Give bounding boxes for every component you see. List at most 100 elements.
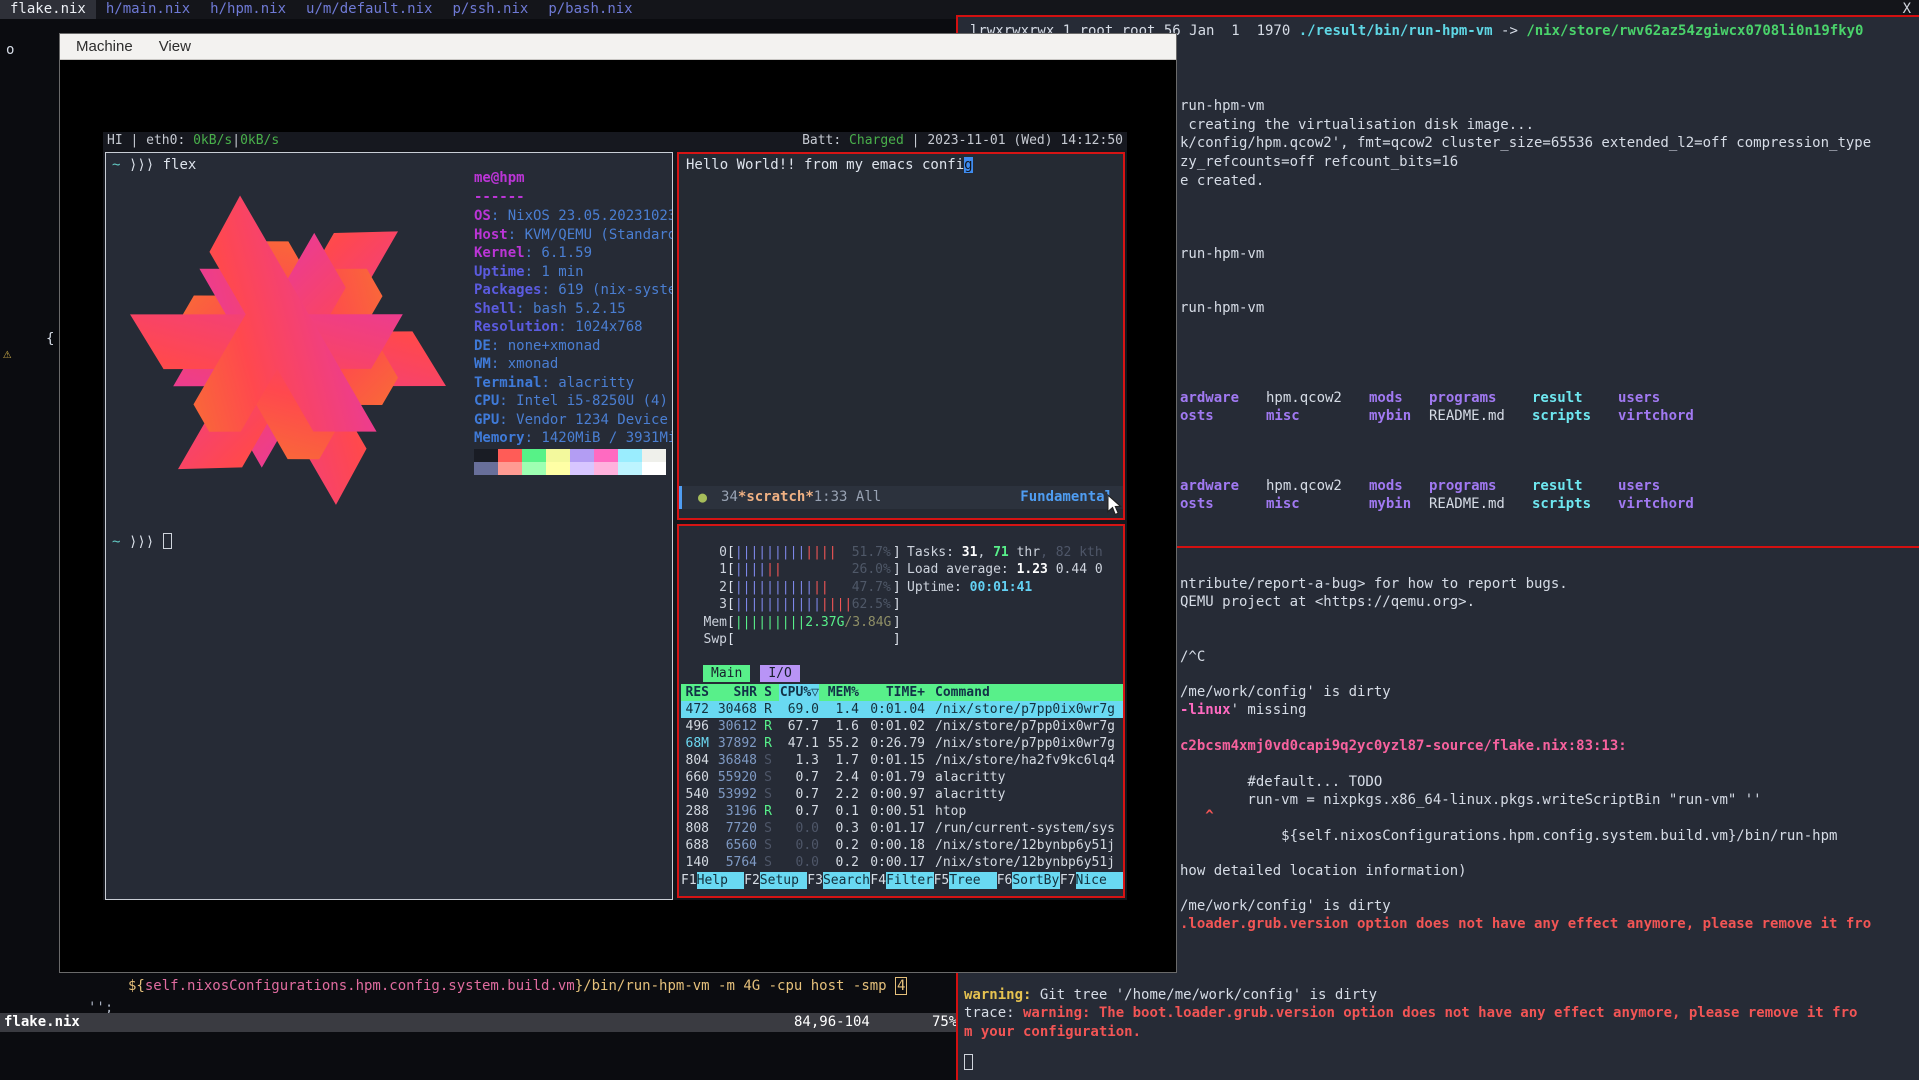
terminal-line: .loader.grub.version option does not hav… bbox=[1180, 915, 1871, 933]
neofetch-entry: Shell: bash 5.2.15 bbox=[474, 300, 626, 319]
guest-status-bar: HI | eth0: 0kB/s|0kB/s Batt: Charged | 2… bbox=[103, 132, 1127, 150]
terminal-line: /^C bbox=[1180, 648, 1205, 666]
vim-code-line: ${self.nixosConfigurations.hpm.config.sy… bbox=[128, 977, 907, 995]
process-row[interactable]: 80436848S1.31.70:01.15/nix/store/ha2fv9k… bbox=[681, 752, 1123, 769]
emacs-position: 1:33 All bbox=[814, 486, 881, 509]
fkey[interactable]: F5 bbox=[934, 872, 950, 889]
htop-tab-main[interactable]: Main bbox=[703, 665, 750, 682]
qemu-menubar: Machine View bbox=[60, 34, 1176, 60]
vim-tab-bash[interactable]: p/bash.nix bbox=[538, 0, 642, 19]
desktop: HI | enp1s0: 0kB/s|0kB/s Batt: Charged |… bbox=[0, 0, 1919, 1080]
fkey-label-setup[interactable]: Setup bbox=[760, 872, 807, 889]
terminal-line: #default... TODO bbox=[1180, 773, 1382, 791]
terminal-line: run-hpm-vm bbox=[1180, 245, 1264, 263]
fkey[interactable]: F6 bbox=[997, 872, 1013, 889]
emacs-buffer-name: *scratch* bbox=[738, 486, 814, 509]
cpu-meter-3: 3[|||||||||||||||62.5%] bbox=[701, 596, 901, 613]
neofetch-entry: Host: KVM/QEMU (Standard bbox=[474, 226, 673, 245]
terminal-line: /me/work/config' is dirty bbox=[1180, 897, 1391, 915]
neofetch-entry: Kernel: 6.1.59 bbox=[474, 244, 592, 263]
terminal-cursor bbox=[163, 533, 172, 549]
htop-function-keys: F1Help F2Setup F3Search F4Filter F5Tree … bbox=[681, 872, 1123, 889]
fkey-label-nice[interactable]: Nice bbox=[1076, 872, 1123, 889]
terminal-line: c2bcsm4xmj0vd0capi9q2yc0yzl87-source/fla… bbox=[1180, 737, 1627, 755]
neofetch-entry: Packages: 619 (nix-syste bbox=[474, 281, 673, 300]
process-row[interactable]: 66055920S0.72.40:01.79alacritty bbox=[681, 769, 1123, 786]
process-row[interactable]: 1405764S0.00.20:00.17/nix/store/12bynbp6… bbox=[681, 854, 1123, 871]
modified-indicator-icon: ● bbox=[698, 486, 707, 509]
neofetch-entry: DE: none+xmonad bbox=[474, 337, 600, 356]
emacs-tile[interactable]: Hello World!! from my emacs config ● 34 … bbox=[677, 152, 1125, 520]
emacs-window-number: 34 bbox=[721, 486, 738, 509]
htop-tab-io[interactable]: I/O bbox=[760, 665, 799, 682]
neofetch-underline: ------ bbox=[474, 188, 525, 207]
swap-meter: Swp[0K/0K] bbox=[701, 631, 901, 648]
terminal-line: trace: warning: The boot.loader.grub.ver… bbox=[964, 1004, 1857, 1022]
qemu-vm-window[interactable]: Machine View HI | eth0: 0kB/s|0kB/s Batt… bbox=[59, 33, 1177, 973]
process-row[interactable]: 54053992S0.72.20:00.97alacritty bbox=[681, 786, 1123, 803]
terminal-line: run-hpm-vm bbox=[1180, 299, 1264, 317]
htop-uptime: Uptime: 00:01:41 bbox=[907, 579, 1032, 596]
terminal-line: warning: Git tree '/home/me/work/config'… bbox=[964, 986, 1377, 1004]
terminal-line: how detailed location information) bbox=[1180, 862, 1467, 880]
shell-prompt: ~ ⟩⟩⟩ bbox=[112, 533, 172, 551]
terminal-line: zy_refcounts=off refcount_bits=16 bbox=[1180, 153, 1458, 171]
vim-tab-ssh[interactable]: p/ssh.nix bbox=[442, 0, 538, 19]
ls-output-row: ardwarehpm.qcow2modsprogramsresultusers bbox=[1180, 389, 1660, 407]
neofetch-entry: WM: xmonad bbox=[474, 355, 558, 374]
terminal-cursor bbox=[964, 1054, 973, 1072]
process-table-header[interactable]: RESSHRSCPU%▽MEM%TIME+Command bbox=[681, 684, 1123, 701]
ls-output-row: ardwarehpm.qcow2modsprogramsresultusers bbox=[1180, 477, 1660, 495]
ls-output-row: ostsmiscmybinREADME.mdscriptsvirtchord bbox=[1180, 407, 1694, 425]
fkey-label-help[interactable]: Help bbox=[697, 872, 744, 889]
process-row[interactable]: 47230468R69.01.40:01.04/nix/store/p7pp0i… bbox=[681, 701, 1123, 718]
cpu-meter-2: 2[||||||||||||47.7%] bbox=[701, 579, 901, 596]
vim-tab-main[interactable]: h/main.nix bbox=[96, 0, 200, 19]
neofetch-entry: GPU: Vendor 1234 Device bbox=[474, 411, 668, 430]
shell-prompt: ~ ⟩⟩⟩ flex bbox=[112, 156, 196, 174]
htop-load: Load average: 1.23 0.44 0 bbox=[907, 561, 1103, 578]
neofetch-entry: CPU: Intel i5-8250U (4) bbox=[474, 392, 668, 411]
guest-batt-clock: Batt: Charged | 2023-11-01 (Wed) 14:12:5… bbox=[802, 132, 1123, 150]
htop-tile[interactable]: 0[|||||||||||||51.7%] 1[||||||26.0%] 2[|… bbox=[677, 524, 1125, 898]
neofetch-entry: Terminal: alacritty bbox=[474, 374, 634, 393]
vim-tab-default[interactable]: u/m/default.nix bbox=[296, 0, 442, 19]
guest-terminal-tile[interactable]: ~ ⟩⟩⟩ flex me@hpm ------ OS: NixOS 23.0 bbox=[105, 152, 673, 900]
process-row[interactable]: 8087720S0.00.30:01.17/run/current-system… bbox=[681, 820, 1123, 837]
emacs-modeline: ● 34 *scratch* 1:33 All Fundamental bbox=[679, 486, 1123, 509]
neofetch-title: me@hpm bbox=[474, 169, 525, 188]
ls-output-row: ostsmiscmybinREADME.mdscriptsvirtchord bbox=[1180, 495, 1694, 513]
neofetch-entry: Uptime: 1 min bbox=[474, 263, 584, 282]
vim-tab-flake[interactable]: flake.nix bbox=[0, 0, 96, 19]
emacs-buffer-text: Hello World!! from my emacs config bbox=[686, 156, 973, 174]
fkey-label-filter[interactable]: Filter bbox=[886, 872, 933, 889]
terminal-line: creating the virtualisation disk image..… bbox=[1180, 116, 1534, 134]
fkey[interactable]: F4 bbox=[870, 872, 886, 889]
terminal-line: ${self.nixosConfigurations.hpm.config.sy… bbox=[1180, 827, 1837, 845]
neofetch-entry: OS: NixOS 23.05.20231023 bbox=[474, 207, 673, 226]
terminal-line: -linux' missing bbox=[1180, 701, 1306, 719]
fkey[interactable]: F7 bbox=[1060, 872, 1076, 889]
terminal-line: k/config/hpm.qcow2', fmt=qcow2 cluster_s… bbox=[1180, 134, 1871, 152]
menu-machine[interactable]: Machine bbox=[76, 34, 133, 59]
mouse-cursor-icon bbox=[1104, 494, 1124, 516]
process-row[interactable]: 49630612R67.71.60:01.02/nix/store/p7pp0i… bbox=[681, 718, 1123, 735]
process-row[interactable]: 2883196R0.70.10:00.51htop bbox=[681, 803, 1123, 820]
fkey-label-search[interactable]: Search bbox=[823, 872, 870, 889]
fkey[interactable]: F2 bbox=[744, 872, 760, 889]
vim-tab-hpm[interactable]: h/hpm.nix bbox=[200, 0, 296, 19]
fkey-label-tree[interactable]: Tree bbox=[949, 872, 996, 889]
terminal-line: QEMU project at <https://qemu.org>. bbox=[1180, 593, 1475, 611]
process-row[interactable]: 68M37892R47.155.20:26.79/nix/store/p7pp0… bbox=[681, 735, 1123, 752]
warning-sign-icon: ⚠ bbox=[3, 346, 11, 362]
terminal-line: m your configuration. bbox=[964, 1023, 1141, 1041]
fkey[interactable]: F1 bbox=[681, 872, 697, 889]
terminal-line: ntribute/report-a-bug> for how to report… bbox=[1180, 575, 1568, 593]
emacs-cursor: g bbox=[964, 157, 972, 173]
terminal-line: run-vm = nixpkgs.x86_64-linux.pkgs.write… bbox=[1180, 791, 1762, 809]
fkey-label-sortby[interactable]: SortBy bbox=[1012, 872, 1059, 889]
vim-scroll-percent: 75% bbox=[932, 1013, 957, 1032]
fkey[interactable]: F3 bbox=[807, 872, 823, 889]
process-row[interactable]: 6886560S0.00.20:00.18/nix/store/12bynbp6… bbox=[681, 837, 1123, 854]
menu-view[interactable]: View bbox=[159, 34, 191, 59]
